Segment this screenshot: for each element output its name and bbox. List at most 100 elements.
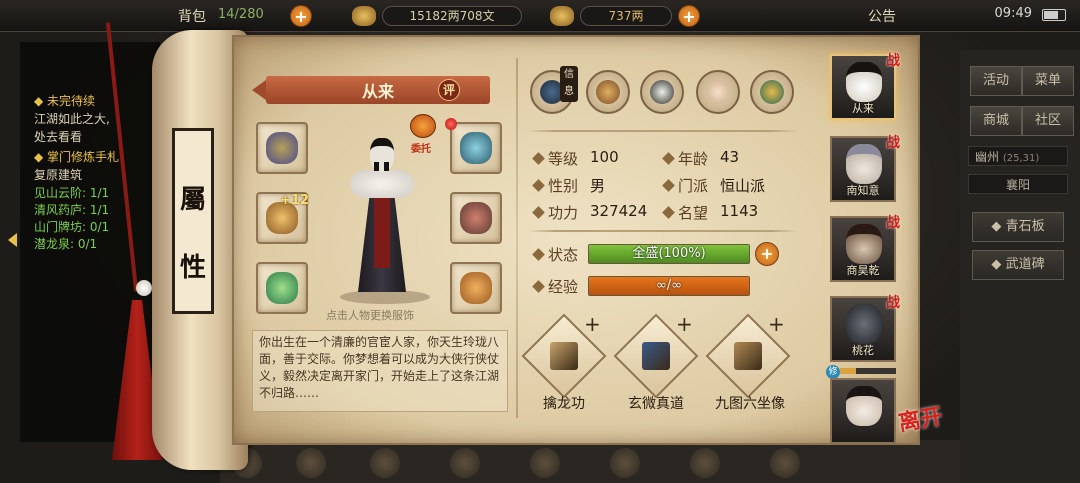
shop-button[interactable]: 商城 — [970, 106, 1022, 136]
bottom-menu-icon[interactable] — [530, 448, 560, 478]
bag-expand-button[interactable]: + — [290, 5, 312, 27]
exp-label: 经验 — [548, 278, 579, 296]
bottom-menu-icon[interactable] — [370, 448, 400, 478]
community-button[interactable]: 社区 — [1022, 106, 1074, 136]
status-bar: 全盛(100%) — [588, 244, 750, 264]
avatar — [846, 62, 882, 102]
party-member-card[interactable]: 从来 战 — [830, 53, 900, 120]
tassel-bead — [136, 280, 152, 296]
activity-button[interactable]: 活动 — [970, 66, 1022, 96]
bottom-menu-icon[interactable] — [296, 448, 326, 478]
clock: 09:49 — [994, 6, 1032, 21]
equip-slot-accessory[interactable] — [450, 262, 502, 314]
mask-eye — [374, 162, 379, 171]
divider-line — [528, 130, 798, 132]
treasure-icon — [596, 80, 620, 104]
hat-weapon-icon — [460, 132, 492, 164]
skill-name-1: 擒龙功 — [543, 396, 585, 412]
level-value: 100 — [590, 148, 619, 166]
change-outfit-hint: 点击人物更换服饰 — [326, 309, 414, 322]
status-value: 全盛(100%) — [632, 246, 706, 261]
quest-item: 见山云阶: 1/1 — [34, 186, 110, 200]
jade-ring-icon — [266, 272, 298, 304]
skill-book-icon — [550, 342, 578, 370]
quest-sect-title[interactable]: ◆ 掌门修炼手札 — [34, 148, 119, 165]
gold-recharge-button[interactable]: + — [678, 5, 700, 27]
sect-label: 门派 — [678, 177, 709, 195]
bottom-menu-icon[interactable] — [450, 448, 480, 478]
restore-status-button[interactable]: + — [755, 242, 779, 266]
fame-value: 1143 — [720, 202, 759, 220]
party-member-card[interactable] — [830, 378, 896, 444]
figure-fur-collar — [350, 170, 414, 198]
avatar — [846, 144, 882, 184]
meridian-tab-icon[interactable] — [696, 70, 740, 114]
figure-mask-head — [370, 138, 394, 172]
treasure-tab-icon[interactable] — [586, 70, 630, 114]
party-member-card[interactable]: 桃花 战 — [830, 295, 900, 362]
game-screen: 背包 14/280 + 15182两708文 737两 + 公告 09:49 ◆… — [0, 0, 1080, 483]
figure-sash — [374, 198, 390, 268]
bagua-tab-icon[interactable] — [640, 70, 684, 114]
equip-slot-ring[interactable] — [256, 262, 308, 314]
entrust-icon[interactable] — [410, 114, 436, 138]
announcement-button[interactable]: 公告 — [868, 6, 896, 26]
collapse-arrow-icon[interactable] — [8, 233, 17, 247]
battery-icon — [1042, 9, 1066, 21]
skill-add-icon[interactable]: + — [584, 312, 601, 336]
skill-add-icon[interactable]: + — [676, 312, 693, 336]
equip-slot-armguard[interactable] — [256, 122, 308, 174]
armguard-icon — [266, 132, 298, 164]
bottom-menu-strip — [220, 440, 960, 483]
leave-button[interactable]: 离开 — [896, 398, 945, 437]
exp-value: ∞/∞ — [655, 278, 683, 293]
party-member-card[interactable]: 商昊乾 战 — [830, 215, 900, 282]
skill-book-icon — [734, 342, 762, 370]
bottom-menu-icon[interactable] — [770, 448, 800, 478]
notification-dot — [445, 118, 457, 130]
map-tag[interactable]: 襄阳 — [968, 174, 1068, 194]
scroll-char-1: 屬 — [179, 185, 206, 215]
character-figure[interactable] — [344, 138, 420, 298]
panel-divider — [516, 58, 518, 418]
bag-count: 14/280 — [218, 7, 264, 22]
attributes-tab-label: 屬 性 — [172, 128, 214, 314]
location-display[interactable]: 幽州 (25,31) — [968, 146, 1068, 166]
menu-button[interactable]: 菜单 — [1022, 66, 1074, 96]
bottom-menu-icon[interactable] — [610, 448, 640, 478]
entrust-label[interactable]: 委托 — [411, 140, 431, 155]
character-description-box: 你出生在一个清廉的官宦人家，你天生玲珑八面，善于交际。你梦想着可以成为大侠行侠仗… — [252, 330, 508, 412]
quest-item: 潜龙泉: 0/1 — [34, 237, 98, 251]
skill-add-icon[interactable]: + — [768, 312, 785, 336]
quest-unfinished-title[interactable]: ◆ 未完待续 — [34, 92, 95, 109]
quest-item: 山门牌坊: 0/1 — [34, 220, 110, 234]
info-tab-tag: 信息 — [560, 66, 578, 102]
gender-value: 男 — [590, 177, 606, 195]
equip-slot-weapon[interactable] — [450, 122, 502, 174]
gold-amount: 737两 — [580, 6, 672, 26]
age-value: 43 — [720, 148, 740, 166]
battle-badge: 战 — [886, 135, 900, 151]
party-member-name: 从来 — [852, 102, 874, 115]
status-label: 状态 — [548, 246, 579, 264]
party-member-name: 商昊乾 — [846, 264, 880, 277]
skill-book-icon — [642, 342, 670, 370]
quest-item: 清风药庐: 1/1 — [34, 203, 110, 217]
quest-unfinished-line2: 处去看看 — [34, 130, 83, 144]
equip-slot-armor[interactable] — [450, 192, 502, 244]
silver-coin-icon — [352, 6, 376, 26]
skill-name-3: 九图六坐像 — [715, 396, 785, 412]
compass-icon — [760, 80, 784, 104]
equip-enhance-level: +12 — [280, 193, 309, 208]
divider-line — [528, 230, 798, 232]
compass-tab-icon[interactable] — [750, 70, 794, 114]
rate-button[interactable]: 评 — [438, 79, 460, 101]
avatar — [846, 386, 882, 426]
stone-board-button[interactable]: ◆ 青石板 — [972, 212, 1064, 242]
power-label: 功力 — [548, 204, 579, 222]
avatar — [846, 224, 882, 264]
martial-stele-button[interactable]: ◆ 武道碑 — [972, 250, 1064, 280]
bottom-menu-icon[interactable] — [690, 448, 720, 478]
battle-badge: 战 — [886, 53, 900, 69]
party-member-card[interactable]: 南知意 战 — [830, 135, 900, 202]
